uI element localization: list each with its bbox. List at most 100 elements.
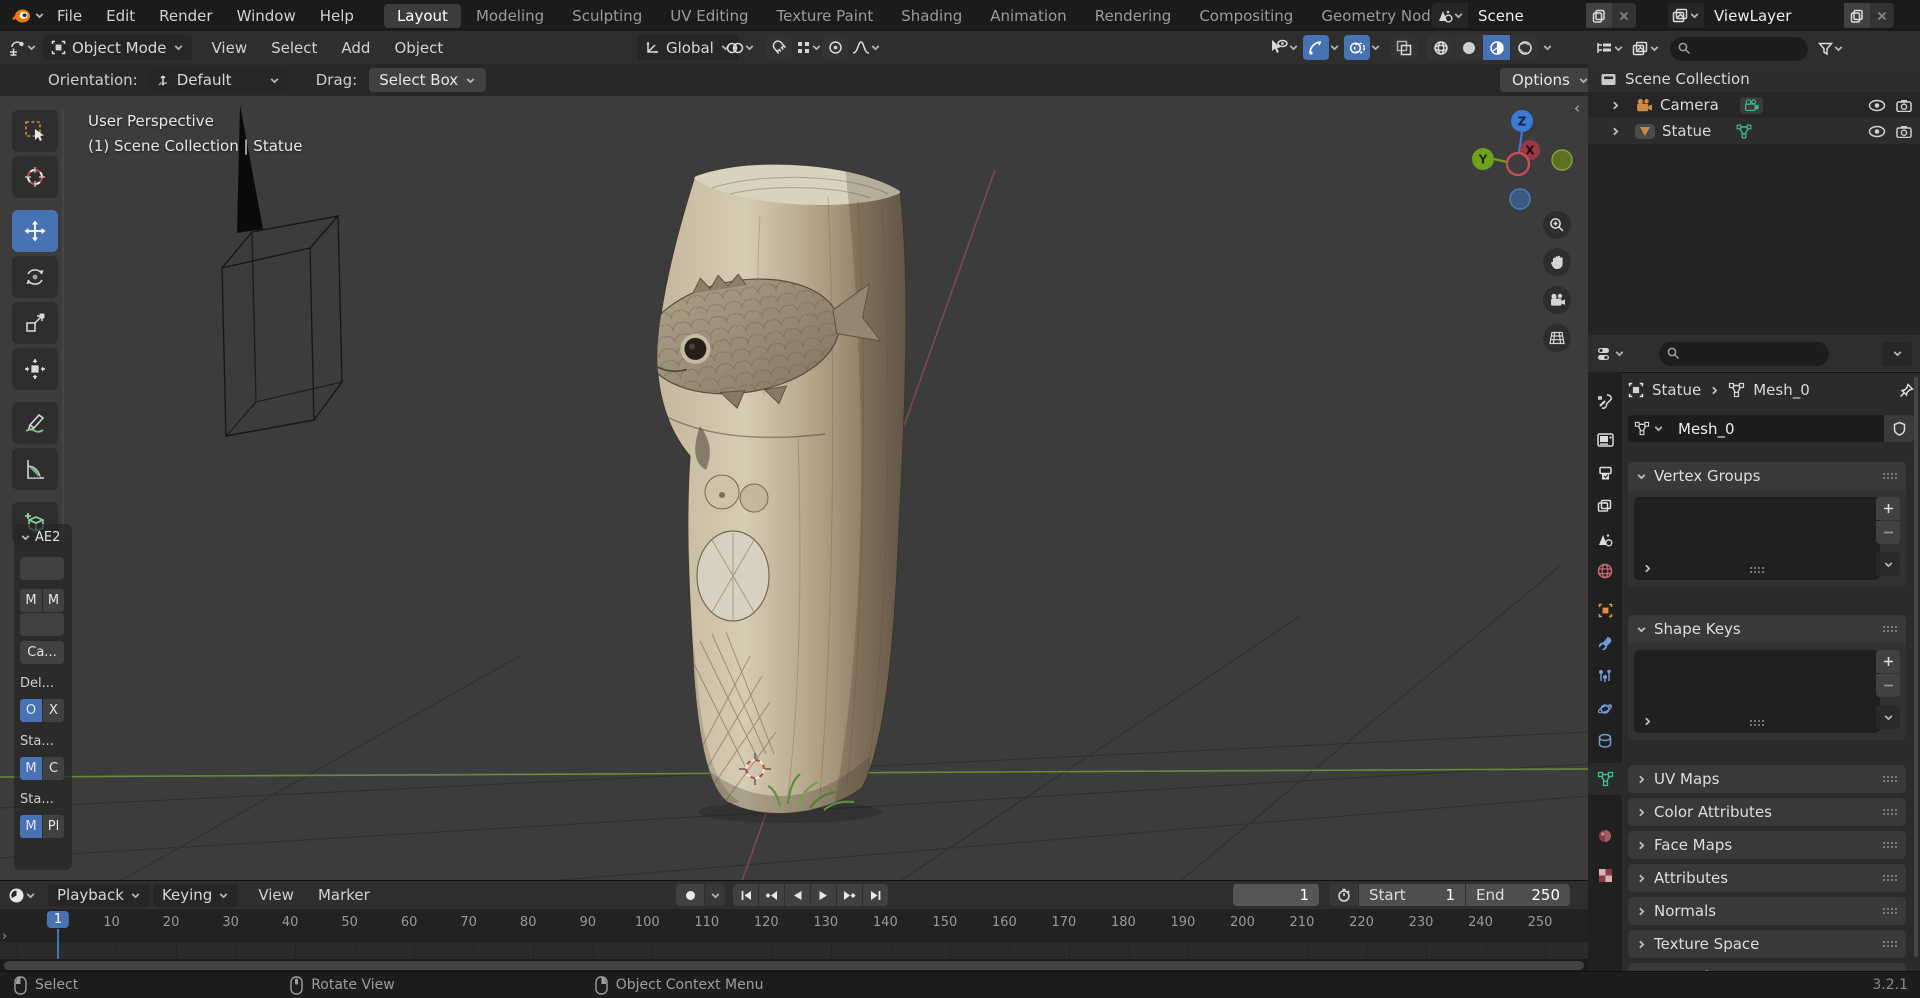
scene-browse-button[interactable] [1432,3,1468,28]
camera-data-icon[interactable] [1740,97,1763,114]
next-keyframe-button[interactable] [837,884,862,906]
tool-annotate[interactable] [12,402,58,444]
ae2-button-m2[interactable]: M [43,589,64,612]
tab-object[interactable] [1588,594,1622,626]
panel-color-attributes[interactable]: Color Attributes [1628,798,1906,826]
outliner-editor-type-button[interactable] [1596,41,1624,56]
jump-to-start-button[interactable] [733,884,758,906]
ruler-frame-120[interactable]: 120 [754,915,779,930]
scene-unlink-button[interactable] [1612,3,1636,28]
timeline-expand-arrow[interactable]: › [2,929,7,944]
timeline-tracks[interactable] [0,942,1588,959]
breadcrumb-object-label[interactable]: Statue [1652,381,1701,399]
tool-transform[interactable] [12,348,58,390]
ruler-frame-180[interactable]: 180 [1111,915,1136,930]
snap-settings-dropdown[interactable] [794,40,824,55]
panel-grip[interactable] [1882,841,1898,849]
breadcrumb-data-label[interactable]: Mesh_0 [1753,381,1810,399]
panel-header-shape-keys[interactable]: Shape Keys [1628,615,1906,643]
play-button[interactable] [811,884,836,906]
list-filter-arrow-icon[interactable] [1642,716,1653,727]
camera-view-button[interactable] [1543,286,1571,314]
ruler-frame-150[interactable]: 150 [932,915,957,930]
ae2-button-o[interactable]: O [20,699,42,722]
outliner-search[interactable] [1670,37,1808,61]
tab-uv-editing[interactable]: UV Editing [657,7,761,25]
ruler-frame-100[interactable]: 100 [635,915,660,930]
hide-viewport-eye-icon[interactable] [1868,125,1886,138]
ruler-frame-250[interactable]: 250 [1528,915,1553,930]
ruler-frame-80[interactable]: 80 [520,915,537,930]
mesh-data-icon[interactable] [1736,124,1752,139]
jump-to-end-button[interactable] [863,884,888,906]
tab-scene[interactable] [1588,523,1622,555]
panel-normals[interactable]: Normals [1628,897,1906,925]
panel-grip[interactable] [1882,940,1898,948]
outliner-filter-button[interactable] [1818,42,1844,56]
list-resize-grip[interactable] [1749,719,1765,727]
menu-help[interactable]: Help [308,7,366,25]
shape-key-remove-button[interactable] [1876,674,1900,697]
tab-particles[interactable] [1588,660,1622,692]
pivot-point-dropdown[interactable] [726,35,755,60]
ruler-frame-160[interactable]: 160 [992,915,1017,930]
panel-grip[interactable] [1882,775,1898,783]
tab-modifiers[interactable] [1588,627,1622,659]
ruler-frame-30[interactable]: 30 [222,915,239,930]
tab-view-layer[interactable] [1588,490,1622,522]
shading-rendered-button[interactable] [1511,35,1538,60]
ae2-button-x[interactable]: X [43,699,64,722]
disable-render-camera-icon[interactable] [1896,125,1912,138]
keying-set-dropdown[interactable] [705,884,725,906]
options-button[interactable]: Options [1500,68,1601,92]
ruler-frame-1[interactable]: 1 [47,911,69,928]
editor-type-button[interactable] [0,40,43,56]
vertex-group-add-button[interactable] [1876,497,1900,520]
pin-icon[interactable] [1899,383,1914,398]
tab-sculpting[interactable]: Sculpting [559,7,655,25]
preview-range-button[interactable] [1330,884,1358,906]
zoom-button[interactable] [1543,211,1571,239]
proportional-edit-button[interactable] [822,35,848,60]
ruler-frame-140[interactable]: 140 [873,915,898,930]
ae2-button-1[interactable] [20,557,64,580]
tab-shading[interactable]: Shading [888,7,975,25]
scene-new-button[interactable] [1586,3,1612,28]
timeline-editor-type-button[interactable] [0,887,42,904]
ruler-frame-50[interactable]: 50 [341,915,358,930]
menu-window[interactable]: Window [225,7,308,25]
menu-edit[interactable]: Edit [94,7,147,25]
object-visibility-dropdown[interactable] [1268,39,1299,56]
tab-physics[interactable] [1588,693,1622,725]
tab-texture[interactable] [1588,859,1622,891]
shading-solid-button[interactable] [1455,35,1482,60]
properties-scrollbar[interactable] [1914,377,1918,957]
end-frame-field[interactable]: End 250 [1466,884,1570,906]
drag-value-dropdown[interactable]: Select Box [369,68,486,92]
ruler-frame-210[interactable]: 210 [1290,915,1315,930]
play-reverse-button[interactable] [785,884,810,906]
tab-tool[interactable] [1588,385,1622,417]
keying-dropdown[interactable]: Keying [153,884,238,907]
tab-material[interactable] [1588,820,1622,852]
ae2-button-pl[interactable]: Pl [43,815,64,838]
tool-scale[interactable] [12,302,58,344]
tab-render[interactable] [1588,424,1622,456]
ruler-frame-220[interactable]: 220 [1349,915,1374,930]
hide-viewport-eye-icon[interactable] [1868,99,1886,112]
expand-arrow-icon[interactable] [1610,126,1621,137]
viewlayer-remove-button[interactable] [1870,3,1894,28]
outliner-row-camera[interactable]: Camera [1588,92,1920,118]
blender-logo-icon[interactable] [0,7,45,25]
tool-cursor[interactable] [12,156,58,198]
ae2-button-m4[interactable]: M [20,815,42,838]
ruler-frame-130[interactable]: 130 [813,915,838,930]
panel-face-maps[interactable]: Face Maps [1628,831,1906,859]
outliner-display-mode-button[interactable] [1632,41,1660,56]
navigation-gizmo[interactable]: Z Y X [1440,98,1588,213]
fake-user-shield-button[interactable] [1884,415,1914,442]
tab-object-data[interactable] [1588,763,1622,795]
tool-rotate[interactable] [12,256,58,298]
viewlayer-new-button[interactable] [1844,3,1870,28]
menu-file[interactable]: File [45,7,94,25]
